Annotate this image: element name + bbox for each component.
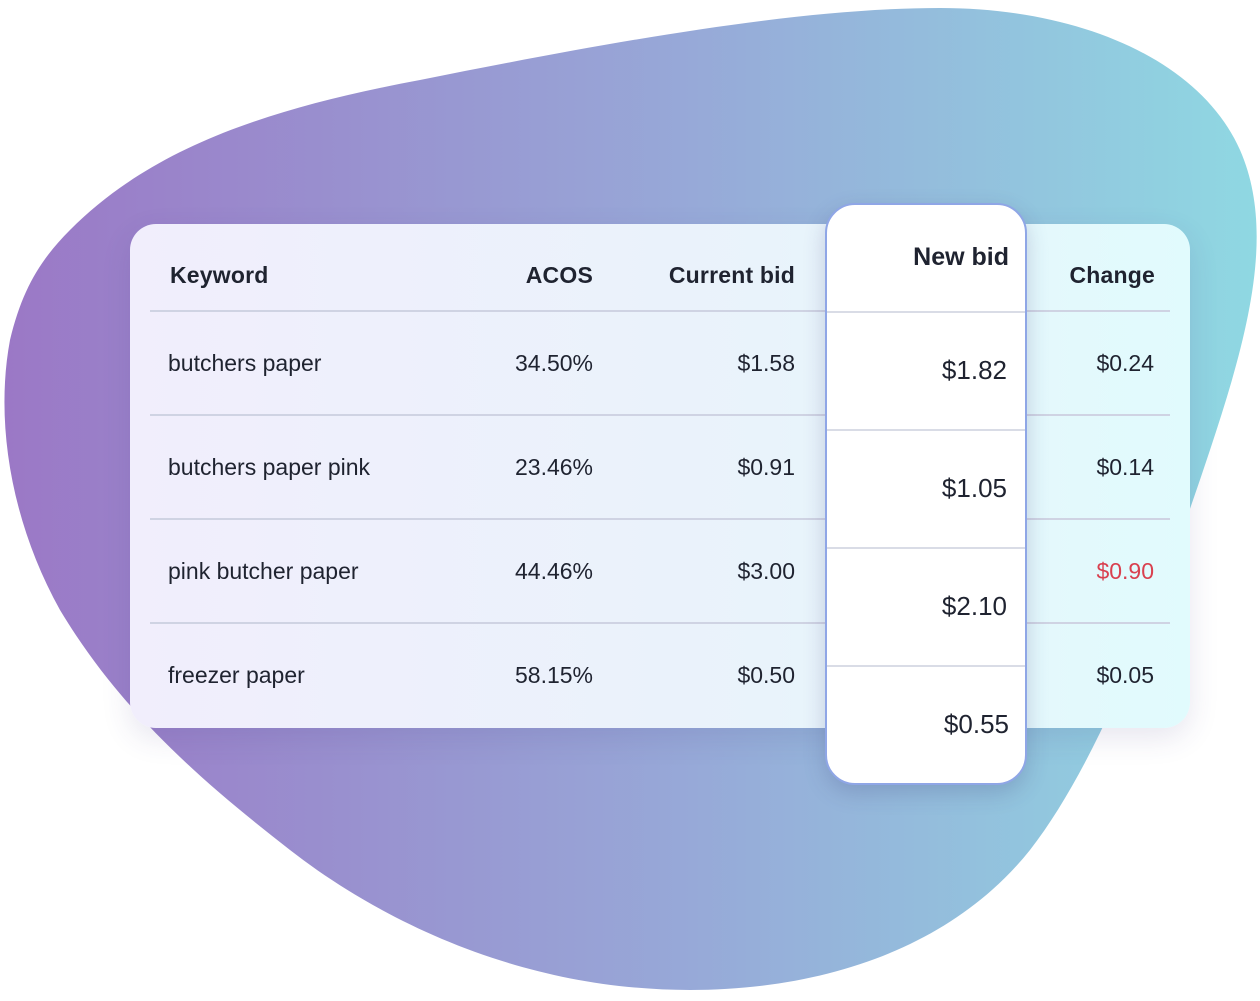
row-3-keyword: pink butcher paper [168,558,359,584]
illustration-stage: Keyword ACOS Current bid Change butchers… [0,0,1260,1001]
row-2-change: $0.14 [1096,454,1154,480]
new-bid-header-divider [827,311,1025,313]
row-3-current-bid: $3.00 [737,558,795,584]
row-4-keyword: freezer paper [168,662,305,688]
new-bid-row-divider [827,665,1025,667]
new-bid-row-divider [827,547,1025,549]
row-1-current-bid: $1.58 [737,350,795,376]
header-current-bid: Current bid [668,262,795,288]
row-1-change: $0.24 [1096,350,1154,376]
header-keyword: Keyword [170,262,269,288]
row-1-keyword: butchers paper [168,350,322,376]
row-3-change: $0.90 [1096,558,1154,584]
row-4-current-bid: $0.50 [737,662,795,688]
new-bid-row-divider [827,429,1025,431]
row-4-new-bid: $0.55 [943,709,1009,739]
row-3-new-bid: $2.10 [941,591,1007,621]
header-change: Change [1069,262,1155,288]
row-2-acos: 23.46% [514,454,593,480]
row-4-acos: 58.15% [514,662,593,688]
row-2-new-bid: $1.05 [941,473,1007,503]
row-4-change: $0.05 [1096,662,1154,688]
row-2-current-bid: $0.91 [737,454,795,480]
row-3-acos: 44.46% [514,558,593,584]
header-acos: ACOS [525,262,593,288]
row-1-new-bid: $1.82 [941,355,1007,385]
keyword-bid-table: Keyword ACOS Current bid Change butchers… [130,224,1190,728]
new-bid-highlight-column: New bid $1.82 $1.05 $2.10 $0.55 [825,203,1027,785]
row-2-keyword: butchers paper pink [168,454,371,480]
row-1-acos: 34.50% [514,350,593,376]
header-new-bid: New bid [913,243,1009,271]
